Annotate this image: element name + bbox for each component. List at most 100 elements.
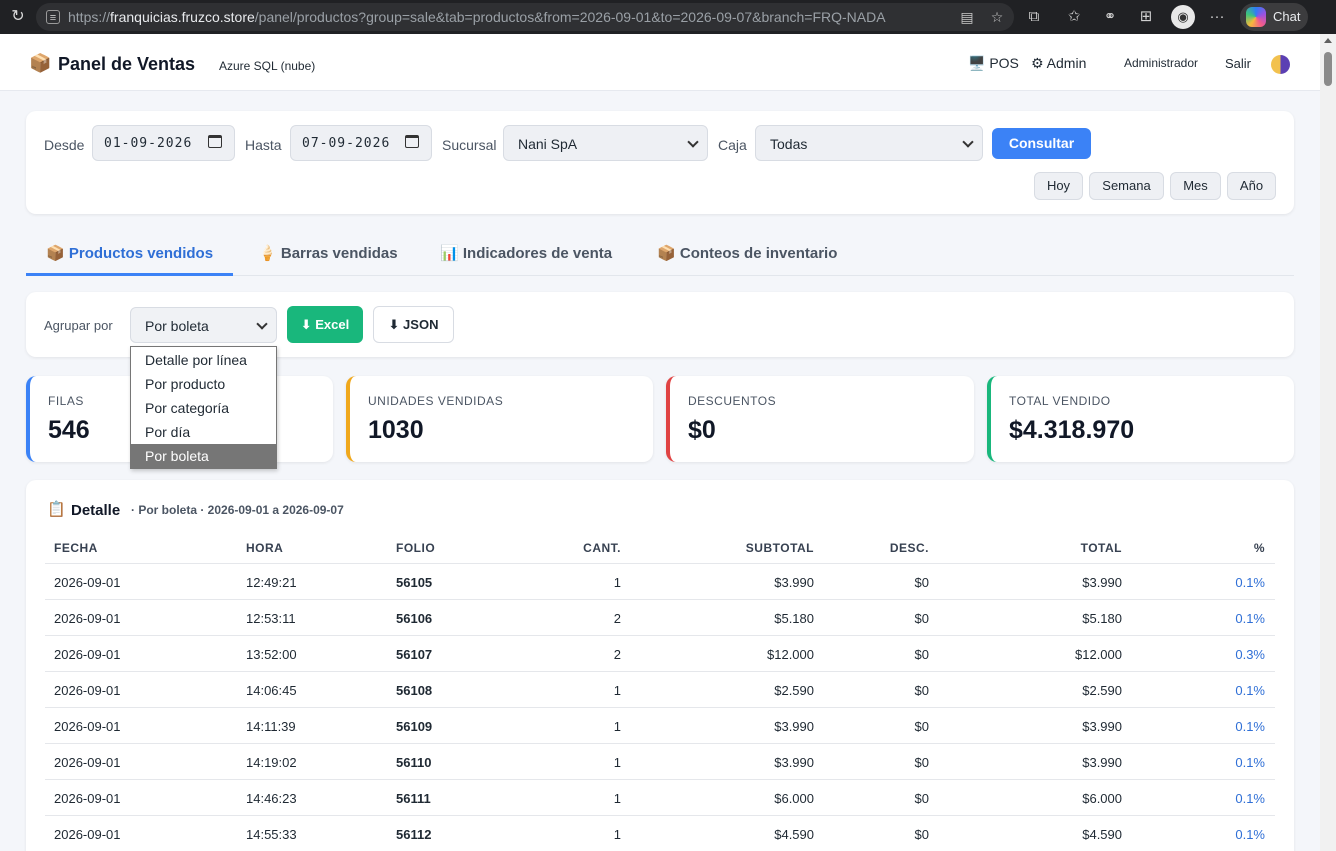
cell-fecha: 2026-09-01 (54, 683, 121, 698)
profile-avatar-icon[interactable]: ◉ (1171, 5, 1195, 29)
cell-total: $5.180 (1082, 611, 1122, 626)
column-header-total[interactable]: TOTAL (1081, 541, 1122, 555)
tab-barras-vendidas[interactable]: 🍦 Barras vendidas (258, 244, 398, 262)
group-value: Por boleta (145, 318, 209, 334)
branch-value: Nani SpA (518, 136, 578, 152)
package-icon: 📦 (29, 53, 52, 73)
tab-label: Indicadores de venta (462, 245, 613, 262)
cell-subtotal: $12.000 (767, 647, 814, 662)
export-excel-button[interactable]: ⬇ Excel (287, 306, 363, 343)
group-dropdown-list: Detalle por línea Por producto Por categ… (130, 346, 277, 469)
chevron-down-icon (962, 136, 974, 148)
cell-subtotal: $2.590 (774, 683, 814, 698)
more-menu-icon[interactable]: ··· (1207, 7, 1227, 27)
quick-week-button[interactable]: Semana (1089, 172, 1164, 200)
cell-percent: 0.3% (1235, 647, 1265, 662)
tab-productos-vendidos[interactable]: 📦 Productos vendidos (46, 244, 213, 262)
cell-folio: 56110 (396, 755, 432, 770)
group-select[interactable]: Por boleta (130, 307, 277, 343)
scroll-up-arrow-icon[interactable] (1324, 38, 1332, 43)
site-info-icon[interactable]: ≡ (46, 10, 60, 24)
stat-value: 546 (48, 416, 90, 444)
cell-total: $6.000 (1082, 791, 1122, 806)
group-option-producto[interactable]: Por producto (131, 372, 276, 396)
stat-value: $0 (688, 416, 716, 444)
export-json-button[interactable]: ⬇ JSON (373, 306, 454, 343)
stat-label: TOTAL VENDIDO (1009, 394, 1111, 408)
column-header-fecha[interactable]: FECHA (54, 541, 98, 555)
favorites-icon[interactable]: ✩ (1064, 7, 1084, 27)
url-text[interactable]: https://franquicias.fruzco.store/panel/p… (68, 9, 886, 25)
from-date-input[interactable]: 01-09-2026 (92, 125, 235, 161)
consultar-button[interactable]: Consultar (992, 128, 1091, 159)
nav-pos-link[interactable]: 🖥️ POS (968, 55, 1019, 72)
active-tab-indicator (26, 273, 233, 276)
group-option-boleta[interactable]: Por boleta (131, 444, 276, 468)
cell-hora: 14:19:02 (246, 755, 297, 770)
cell-hora: 14:46:23 (246, 791, 297, 806)
cell-hora: 12:49:21 (246, 575, 297, 590)
table-row: 2026-09-01 14:06:45 56108 1 $2.590 $0 $2.590 0.… (45, 671, 1275, 707)
cell-percent: 0.1% (1235, 755, 1265, 770)
column-header-cant[interactable]: CANT. (583, 541, 621, 555)
address-bar[interactable]: ≡ https://franquicias.fruzco.store/panel… (36, 3, 1014, 31)
scrollbar-thumb[interactable] (1324, 52, 1332, 86)
cell-hora: 14:55:33 (246, 827, 297, 842)
tab-label: Conteos de inventario (679, 245, 838, 262)
logout-link[interactable]: Salir (1225, 56, 1251, 71)
detail-subtitle: · Por boleta · 2026-09-01 a 2026-09-07 (131, 503, 344, 517)
branch-select[interactable]: Nani SpA (503, 125, 708, 161)
to-date-input[interactable]: 07-09-2026 (290, 125, 432, 161)
group-option-detalle[interactable]: Detalle por línea (131, 348, 276, 372)
stat-label: UNIDADES VENDIDAS (368, 394, 504, 408)
clipboard-icon: 📋 (47, 501, 66, 518)
column-header-folio[interactable]: FOLIO (396, 541, 435, 555)
cell-cant: 1 (613, 827, 621, 842)
nav-admin-link[interactable]: ⚙ Admin (1031, 55, 1086, 72)
quick-today-button[interactable]: Hoy (1034, 172, 1083, 200)
column-header-hora[interactable]: HORA (246, 541, 283, 555)
copilot-icon (1246, 7, 1266, 27)
cell-folio: 56112 (396, 827, 432, 842)
tab-conteos-de-inventario[interactable]: 📦 Conteos de inventario (657, 244, 837, 262)
column-header-desc[interactable]: DESC. (890, 541, 929, 555)
group-option-dia[interactable]: Por día (131, 420, 276, 444)
cell-folio: 56109 (396, 719, 433, 734)
page-scrollbar[interactable] (1320, 34, 1336, 851)
theme-toggle-icon[interactable] (1271, 55, 1290, 74)
table-row: 2026-09-01 14:55:33 56112 1 $4.590 $0 $4.590 0.… (45, 815, 1275, 851)
branch-label: Sucursal (442, 137, 497, 153)
split-screen-icon[interactable]: ⊞ (1136, 7, 1156, 27)
favorite-star-icon[interactable]: ☆ (988, 8, 1006, 26)
column-header-subtotal[interactable]: SUBTOTAL (746, 541, 814, 555)
reader-mode-icon[interactable]: ▤ (958, 8, 976, 26)
quick-month-button[interactable]: Mes (1170, 172, 1221, 200)
cell-folio: 56107 (396, 647, 433, 662)
cell-subtotal: $3.990 (774, 755, 814, 770)
chevron-down-icon (256, 318, 268, 330)
cell-cant: 2 (613, 647, 621, 662)
table-row: 2026-09-01 14:46:23 56111 1 $6.000 $0 $6.000 0.… (45, 779, 1275, 815)
cell-percent: 0.1% (1235, 575, 1265, 590)
stat-label: DESCUENTOS (688, 394, 777, 408)
extensions-icon[interactable]: ⧉ (1024, 7, 1044, 27)
copilot-chat-button[interactable]: Chat (1240, 3, 1308, 31)
detail-title: Detalle (71, 502, 121, 519)
cell-percent: 0.1% (1235, 719, 1265, 734)
reload-icon[interactable]: ↻ (8, 7, 28, 27)
tab-indicadores-de-venta[interactable]: 📊 Indicadores de venta (440, 244, 612, 262)
register-select[interactable]: Todas (755, 125, 983, 161)
stat-value: 1030 (368, 416, 424, 444)
column-header-percent[interactable]: % (1254, 541, 1265, 555)
cell-percent: 0.1% (1235, 791, 1265, 806)
group-option-categoria[interactable]: Por categoría (131, 396, 276, 420)
cell-total: $4.590 (1082, 827, 1122, 842)
calendar-icon[interactable] (208, 135, 222, 148)
collections-icon[interactable]: ⚭ (1100, 7, 1120, 27)
cell-hora: 14:11:39 (246, 719, 296, 734)
quick-year-button[interactable]: Año (1227, 172, 1276, 200)
cell-desc: $0 (914, 791, 929, 806)
calendar-icon[interactable] (405, 135, 419, 148)
cell-total: $2.590 (1082, 683, 1122, 698)
cell-desc: $0 (914, 647, 929, 662)
